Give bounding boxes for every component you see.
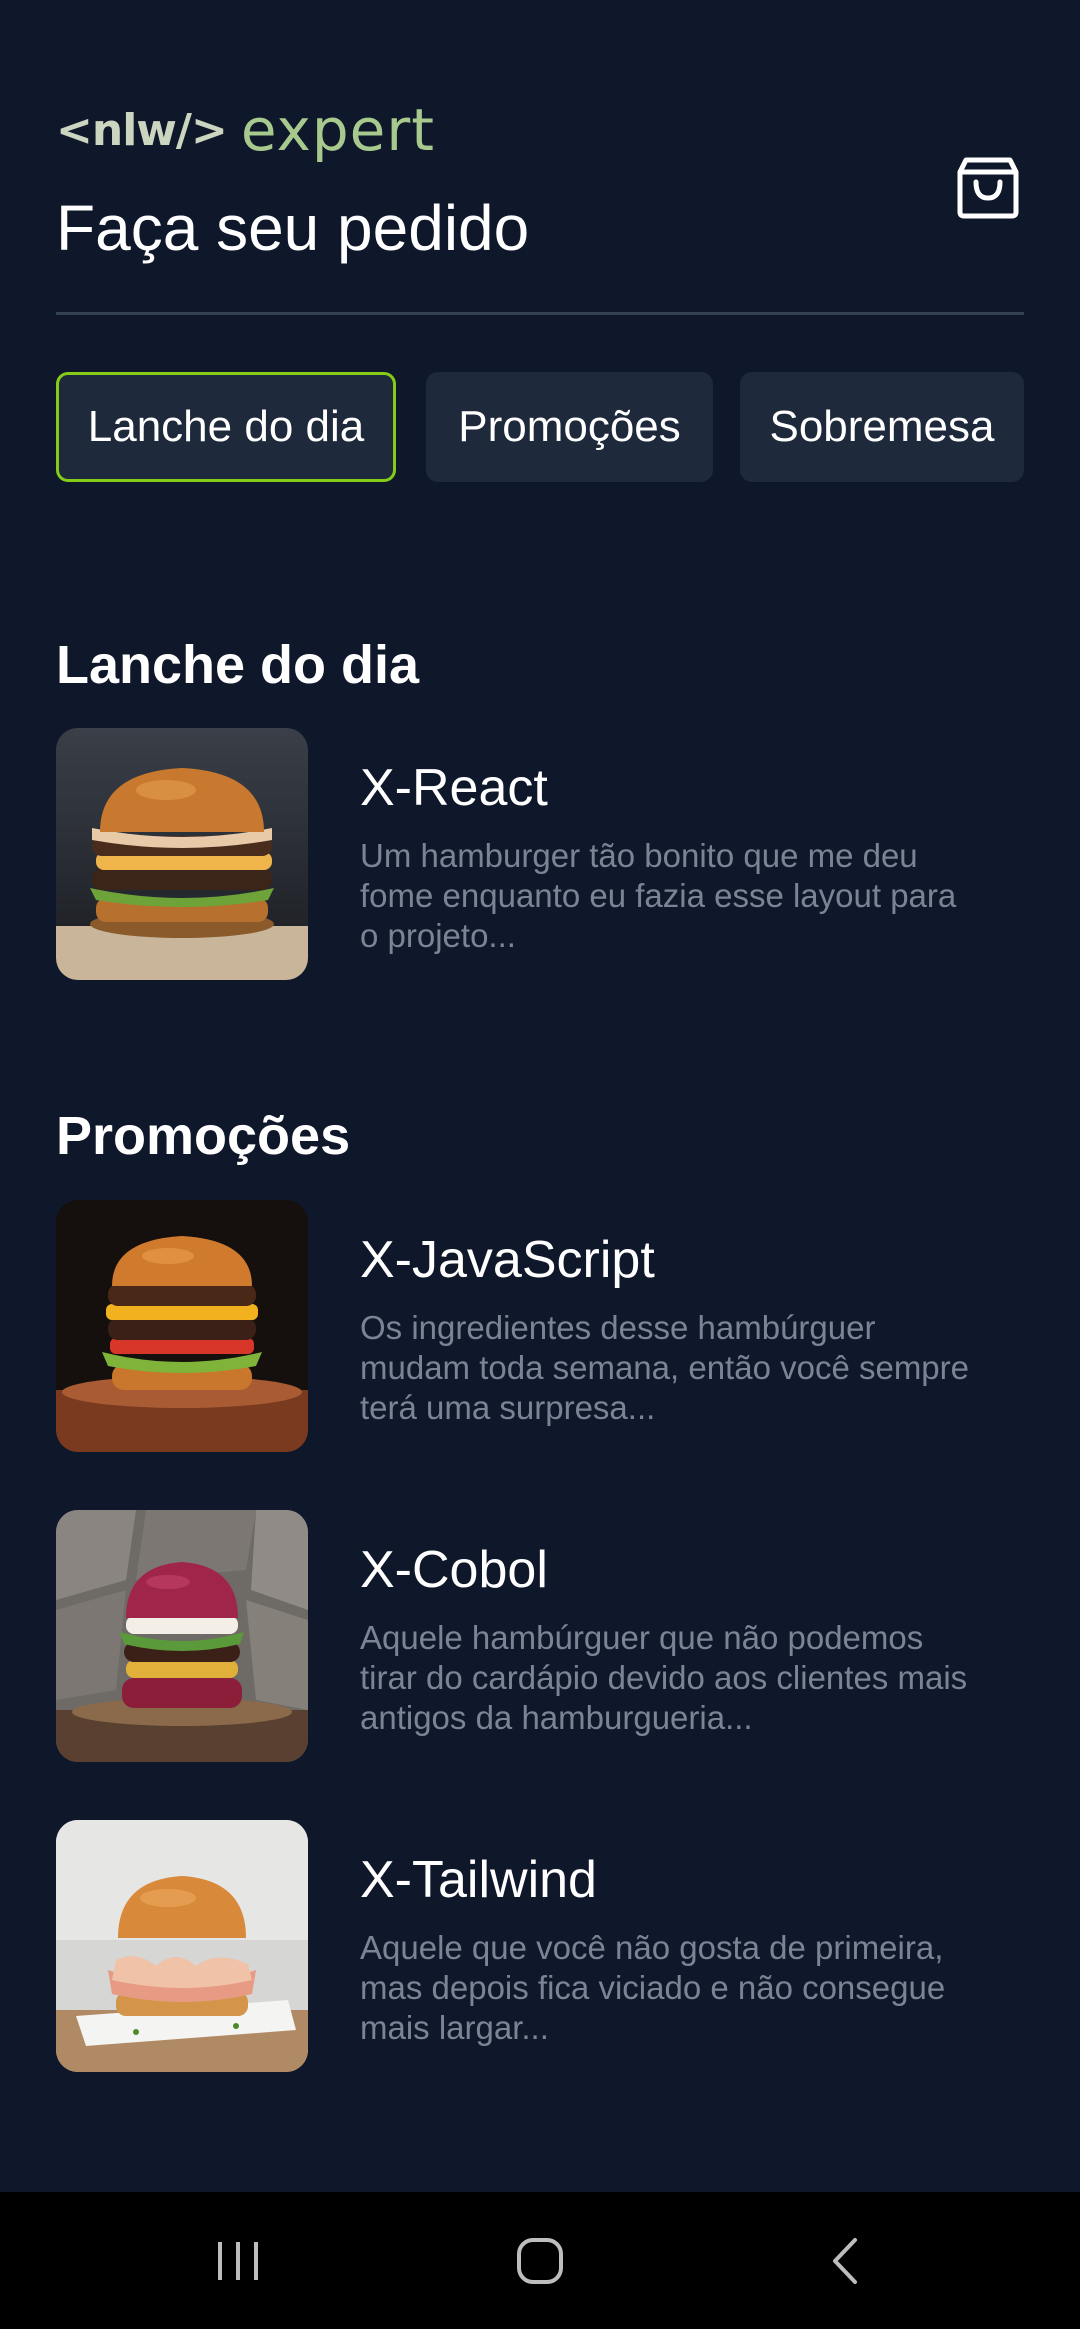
shopping-bag-icon <box>957 157 1019 219</box>
item-name: X-React <box>360 759 548 817</box>
menu-item-x-cobol[interactable]: X-Cobol Aquele hambúrguer que não podemo… <box>56 1510 1024 1764</box>
menu-item-x-tailwind[interactable]: X-Tailwind Aquele que você não gosta de … <box>56 1820 1024 2074</box>
section-title-promocoes: Promoções <box>56 1106 351 1166</box>
item-description: Aquele hambúrguer que não podemos tirar … <box>360 1619 968 1736</box>
menu-item-x-react[interactable]: X-React Um hamburger tão bonito que me d… <box>56 728 1024 982</box>
logo: <nlw/> expert <box>56 96 1024 164</box>
burger-image <box>56 1510 308 1762</box>
item-name: X-Cobol <box>360 1541 548 1599</box>
item-description: Aquele que você não gosta de primeira, m… <box>360 1929 946 2046</box>
cart-button[interactable] <box>952 148 1024 224</box>
item-name: X-JavaScript <box>360 1231 655 1289</box>
item-name: X-Tailwind <box>360 1851 597 1909</box>
logo-prefix: <nlw/> <box>56 104 228 156</box>
home-button[interactable] <box>480 2192 600 2329</box>
tab-label: Promoções <box>458 402 681 451</box>
burger-image <box>56 1200 308 1452</box>
tab-label: Lanche do dia <box>87 402 365 451</box>
menu-item-x-javascript[interactable]: X-JavaScript Os ingredientes desse hambú… <box>56 1200 1024 1454</box>
recent-apps-button[interactable] <box>178 2192 298 2329</box>
page-title: Faça seu pedido <box>56 192 530 264</box>
system-navigation-bar <box>0 2192 1080 2329</box>
back-button[interactable] <box>784 2192 904 2329</box>
header: <nlw/> expert <box>56 96 1024 164</box>
burger-image <box>56 728 308 980</box>
tab-lanche-do-dia[interactable]: Lanche do dia <box>56 372 396 482</box>
tab-promocoes[interactable]: Promoções <box>426 372 713 482</box>
recent-apps-icon <box>218 2241 258 2280</box>
header-divider <box>56 312 1024 315</box>
back-icon <box>833 2237 857 2284</box>
home-icon <box>517 2237 563 2284</box>
tab-sobremesa[interactable]: Sobremesa <box>740 372 1024 482</box>
tab-label: Sobremesa <box>769 402 995 451</box>
item-description: Os ingredientes desse hambúrguer mudam t… <box>360 1309 970 1426</box>
item-description: Um hamburger tão bonito que me deu fome … <box>360 837 957 954</box>
app-screen: <nlw/> expert Faça seu pedido Lanche do … <box>0 0 1080 2329</box>
section-title-lanche-do-dia: Lanche do dia <box>56 635 420 695</box>
burger-image <box>56 1820 308 2072</box>
category-tabs: Lanche do dia Promoções Sobremesa <box>56 372 1024 482</box>
logo-text: expert <box>240 96 435 164</box>
